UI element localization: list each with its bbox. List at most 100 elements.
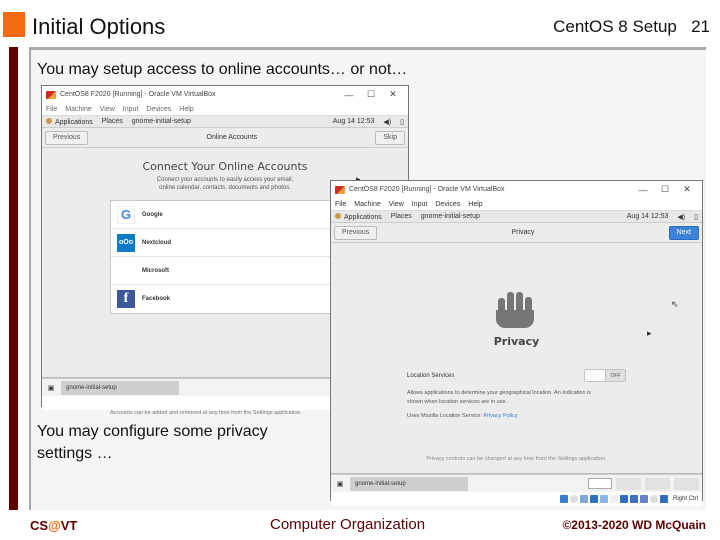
slide: Initial Options CentOS 8 Setup 21 You ma…: [0, 0, 720, 540]
menu-file[interactable]: File: [46, 106, 57, 113]
footer-vt: VT: [60, 518, 78, 533]
cpu-icon[interactable]: [639, 495, 648, 503]
applications-icon: [46, 117, 52, 124]
previous-button[interactable]: Previous: [45, 130, 89, 145]
gnome-top-bar: Applications Places gnome-initial-setup …: [42, 115, 408, 128]
battery-icon[interactable]: ▯: [400, 118, 404, 126]
mouse-cursor-icon: ⇖: [671, 299, 679, 309]
workspace-slot[interactable]: [645, 477, 670, 490]
display-icon[interactable]: [619, 495, 628, 503]
setup-page-title: Online Accounts: [206, 134, 258, 141]
account-item-facebook[interactable]: f Facebook: [111, 285, 339, 313]
network-icon[interactable]: [589, 495, 598, 503]
vm-titlebar: CentOS8 F2020 [Running] - Oracle VM Virt…: [331, 181, 702, 198]
app-menu[interactable]: gnome-initial-setup: [421, 213, 480, 220]
account-name: Microsoft: [142, 267, 169, 274]
maximize-button[interactable]: ☐: [654, 184, 676, 195]
account-item-microsoft[interactable]: Microsoft: [111, 257, 339, 285]
slide-topic: CentOS 8 Setup: [553, 17, 677, 36]
applications-menu[interactable]: Applications: [335, 212, 382, 221]
minimize-button[interactable]: —: [632, 185, 654, 195]
menu-view[interactable]: View: [389, 201, 404, 208]
privacy-hand-icon: [494, 288, 536, 328]
setup-header: Previous Online Accounts Skip: [42, 128, 408, 148]
toggle-state: OFF: [610, 372, 621, 379]
location-services-toggle[interactable]: OFF: [584, 369, 626, 382]
menu-devices[interactable]: Devices: [146, 106, 171, 113]
clock[interactable]: Aug 14 12:53: [333, 118, 375, 125]
virtualbox-logo-icon: [46, 90, 56, 99]
menu-view[interactable]: View: [100, 106, 115, 113]
account-provider-list: G Google oOo Nextcloud Microsoft f Faceb…: [110, 200, 340, 314]
nextcloud-icon: oOo: [117, 233, 135, 252]
vm-menubar: File Machine View Input Devices Help: [42, 103, 408, 115]
skip-button[interactable]: Skip: [375, 130, 405, 145]
app-menu[interactable]: gnome-initial-setup: [132, 118, 191, 125]
account-item-nextcloud[interactable]: oOo Nextcloud: [111, 229, 339, 257]
volume-icon[interactable]: ◀): [677, 213, 685, 221]
menu-file[interactable]: File: [335, 201, 346, 208]
workspace-switcher[interactable]: [588, 478, 612, 489]
menu-input[interactable]: Input: [123, 106, 139, 113]
menu-help[interactable]: Help: [468, 201, 482, 208]
optical-drive-icon[interactable]: [569, 495, 578, 503]
mozilla-location-note: Uses Mozilla Location Service: Privacy P…: [407, 413, 518, 419]
slide-title: Initial Options: [32, 14, 166, 39]
hard-disk-icon[interactable]: [559, 495, 568, 503]
mozilla-prefix: Uses Mozilla Location Service:: [407, 413, 482, 419]
applications-label: Applications: [344, 213, 382, 221]
usb-icon[interactable]: [599, 495, 608, 503]
gnome-taskbar: ▣ gnome-initial-setup: [331, 474, 702, 492]
microsoft-icon: [117, 262, 135, 280]
location-services-description: Allows applications to determine your ge…: [407, 390, 592, 405]
minimize-button[interactable]: —: [338, 90, 360, 100]
workspace-slot[interactable]: [616, 477, 641, 490]
close-button[interactable]: ✕: [382, 89, 404, 100]
show-desktop-icon[interactable]: ▣: [45, 384, 57, 392]
host-key-label: Right Ctrl: [672, 496, 698, 502]
places-menu[interactable]: Places: [102, 118, 123, 125]
menu-machine[interactable]: Machine: [354, 201, 380, 208]
menu-help[interactable]: Help: [179, 106, 193, 113]
places-menu[interactable]: Places: [391, 213, 412, 220]
menu-machine[interactable]: Machine: [65, 106, 91, 113]
facebook-icon: f: [117, 290, 135, 308]
taskbar-item-label: gnome-initial-setup: [66, 384, 117, 391]
menu-devices[interactable]: Devices: [435, 201, 460, 208]
volume-icon[interactable]: ◀): [383, 118, 391, 126]
slide-header-right: CentOS 8 Setup 21: [553, 17, 710, 37]
toggle-knob: [585, 370, 606, 381]
footer-copyright: ©2013-2020 WD McQuain: [562, 518, 706, 532]
clock[interactable]: Aug 14 12:53: [627, 213, 669, 220]
previous-button[interactable]: Previous: [334, 225, 378, 240]
applications-icon: [335, 212, 341, 219]
audio-icon[interactable]: [579, 495, 588, 503]
keyboard-capture-icon[interactable]: [659, 495, 668, 503]
shared-folders-icon[interactable]: [609, 495, 618, 503]
setup-header: Previous Privacy Next: [331, 223, 702, 243]
footer-cs: CS: [30, 518, 49, 533]
menu-input[interactable]: Input: [412, 201, 428, 208]
account-item-google[interactable]: G Google: [111, 201, 339, 229]
taskbar-item[interactable]: gnome-initial-setup: [61, 380, 179, 395]
show-desktop-icon[interactable]: ▣: [334, 480, 346, 488]
online-accounts-footnote: Accounts can be added and removed at any…: [110, 410, 303, 416]
video-capture-icon[interactable]: [629, 495, 638, 503]
maximize-button[interactable]: ☐: [360, 89, 382, 100]
workspace-slot[interactable]: [674, 477, 699, 490]
vm-status-bar: Right Ctrl: [331, 492, 702, 506]
google-icon: G: [117, 205, 135, 224]
next-button[interactable]: Next: [668, 225, 699, 240]
caption-privacy: You may configure some privacy settings …: [37, 423, 268, 462]
close-button[interactable]: ✕: [676, 184, 698, 195]
taskbar-item[interactable]: gnome-initial-setup: [350, 476, 468, 491]
account-name: Google: [142, 211, 163, 218]
account-name: Facebook: [142, 296, 171, 302]
taskbar-item-label: gnome-initial-setup: [355, 480, 406, 487]
left-accent-bar: [9, 47, 18, 510]
battery-icon[interactable]: ▯: [694, 213, 698, 221]
applications-menu[interactable]: Applications: [46, 117, 93, 126]
mouse-integration-icon[interactable]: [649, 495, 658, 503]
privacy-policy-link[interactable]: Privacy Policy: [483, 413, 517, 419]
location-services-label: Location Services: [407, 373, 455, 379]
